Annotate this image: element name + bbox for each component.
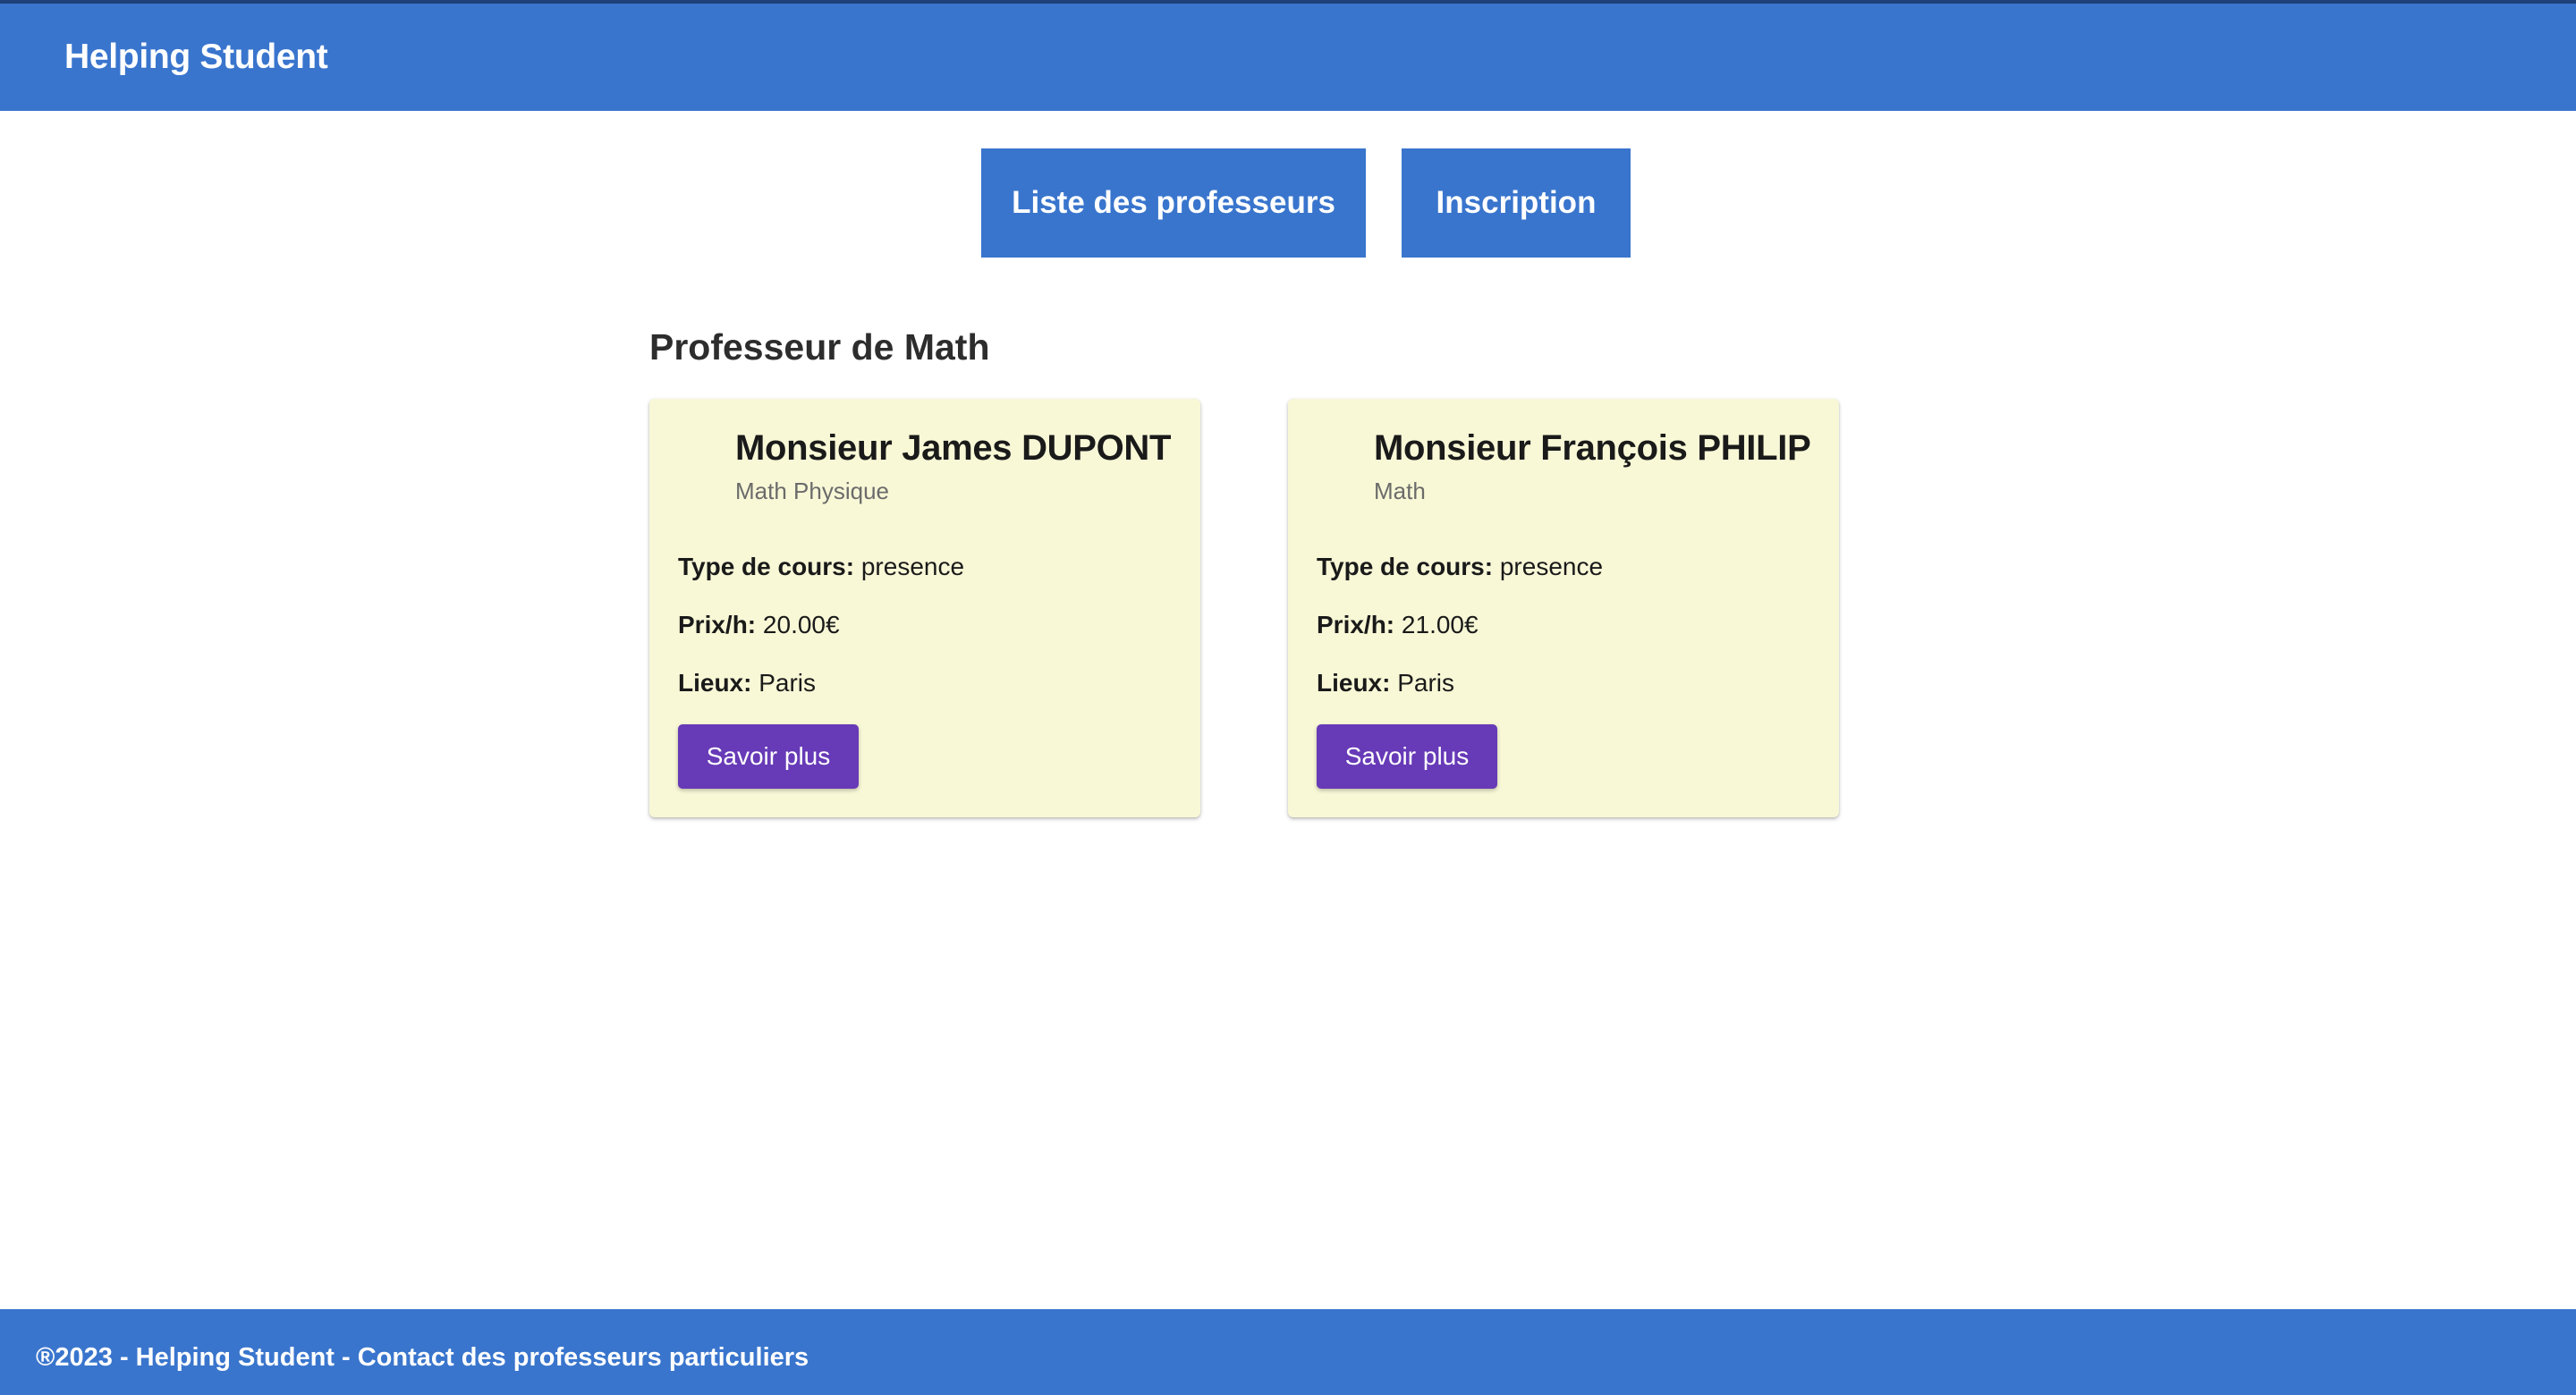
price-value: 21.00€	[1401, 611, 1479, 638]
place-row: Lieux: Paris	[678, 667, 816, 699]
teacher-list-button[interactable]: Liste des professeurs	[981, 148, 1366, 258]
price-value: 20.00€	[762, 611, 840, 638]
app-footer: ®2023 - Helping Student - Contact des pr…	[0, 1309, 2576, 1395]
course-type-value: presence	[860, 553, 965, 580]
course-type-label: Type de cours:	[1317, 553, 1500, 580]
course-type-value: presence	[1499, 553, 1604, 580]
price-row: Prix/h: 21.00€	[1317, 609, 1479, 641]
course-type-label: Type de cours:	[678, 553, 861, 580]
brand-title[interactable]: Helping Student	[64, 35, 328, 80]
app-header: Helping Student	[0, 4, 2576, 111]
learn-more-button[interactable]: Savoir plus	[678, 724, 859, 789]
place-label: Lieux:	[678, 669, 759, 697]
section-title: Professeur de Math	[649, 326, 990, 368]
teacher-card: Monsieur James DUPONT Math Physique Type…	[649, 399, 1200, 817]
price-label: Prix/h:	[1317, 611, 1402, 638]
footer-text: ®2023 - Helping Student - Contact des pr…	[36, 1343, 809, 1372]
learn-more-button[interactable]: Savoir plus	[1317, 724, 1497, 789]
place-label: Lieux:	[1317, 669, 1398, 697]
teacher-subject: Math Physique	[735, 478, 889, 504]
price-label: Prix/h:	[678, 611, 763, 638]
course-type-row: Type de cours: presence	[1317, 551, 1603, 583]
register-button[interactable]: Inscription	[1402, 148, 1631, 258]
teacher-subject: Math	[1374, 478, 1426, 504]
price-row: Prix/h: 20.00€	[678, 609, 840, 641]
course-type-row: Type de cours: presence	[678, 551, 964, 583]
place-value: Paris	[1397, 669, 1455, 697]
teacher-card: Monsieur François PHILIP Math Type de co…	[1288, 399, 1839, 817]
teacher-name: Monsieur François PHILIP	[1374, 428, 1811, 468]
place-value: Paris	[758, 669, 817, 697]
place-row: Lieux: Paris	[1317, 667, 1454, 699]
teacher-name: Monsieur James DUPONT	[735, 428, 1172, 468]
